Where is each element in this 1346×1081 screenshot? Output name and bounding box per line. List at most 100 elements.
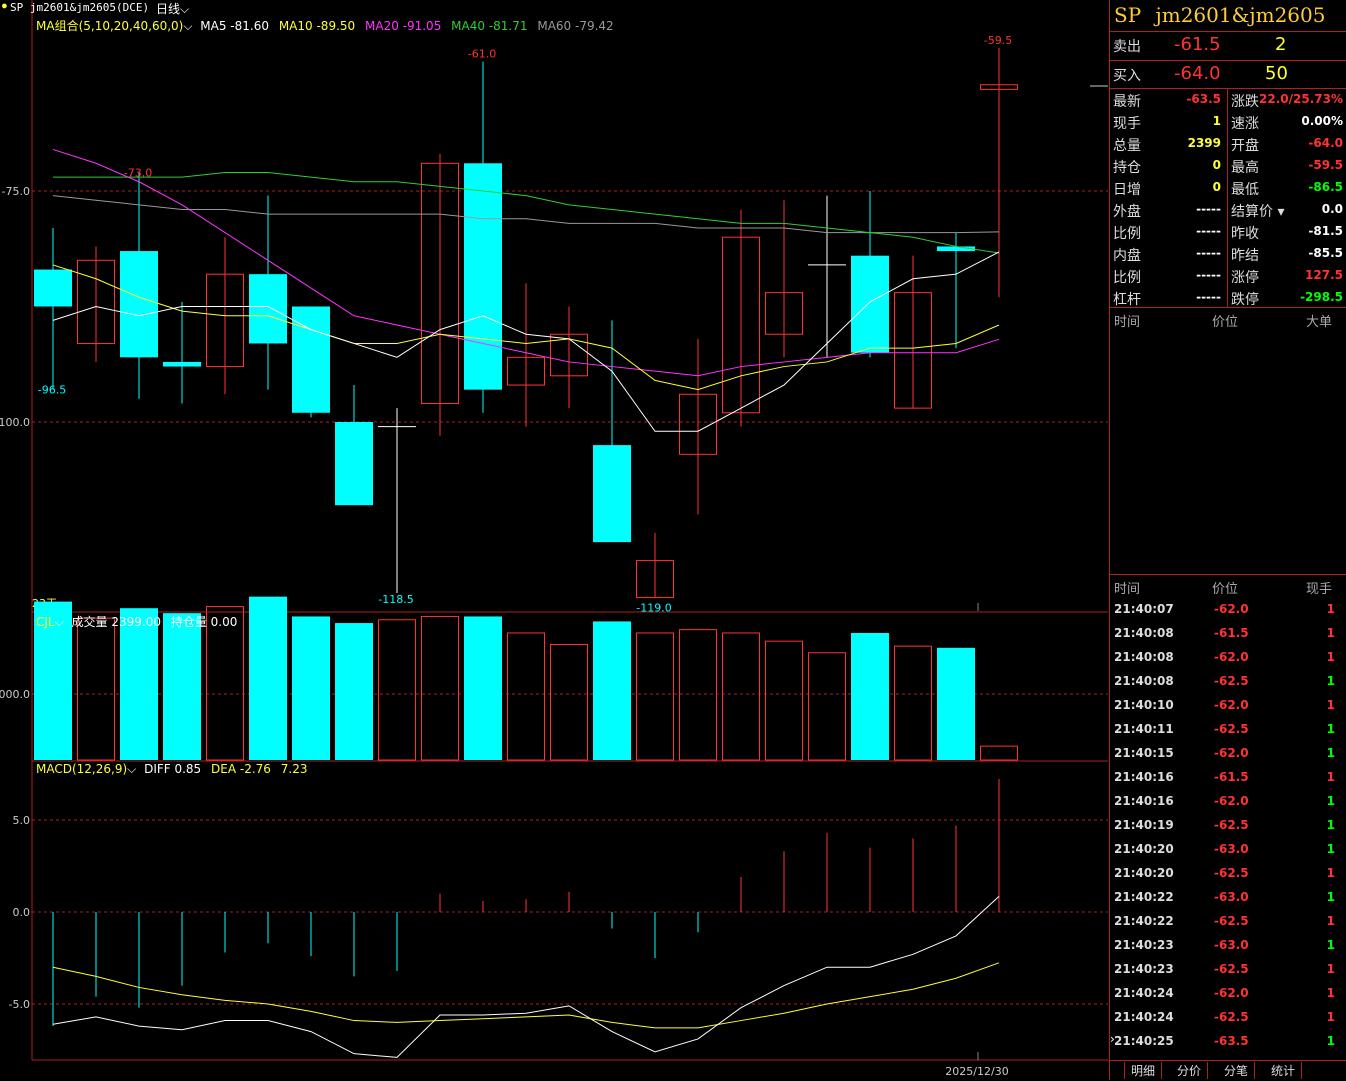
vol-selector[interactable]: CJL⌵ — [36, 615, 64, 629]
stat-value: ----- — [1196, 246, 1221, 260]
dea-value: DEA -2.76 — [211, 762, 271, 776]
tick-price: -63.0 — [1214, 842, 1249, 856]
volume-bar — [636, 632, 674, 761]
quote-panel: SP jm2601&jm2605 卖出 -61.5 2 买入 -64.0 50 … — [1109, 0, 1346, 1080]
quote-stat-row: 杠杆 ----- 跌停 -298.5 — [1110, 287, 1346, 309]
tick-row: 21:40:16 -62.0 1 — [1110, 790, 1346, 814]
oi-value: 持仓量 0.00 — [170, 615, 238, 629]
sell-row[interactable]: 卖出 -61.5 2 — [1110, 33, 1346, 58]
stat-value: -85.5 — [1308, 246, 1343, 260]
volume-bar — [77, 617, 115, 761]
tick-price: -62.5 — [1214, 914, 1249, 928]
tick-time: 21:40:24 — [1114, 1010, 1174, 1024]
tick-time: 21:40:23 — [1114, 938, 1174, 952]
stat-value: 1 — [1212, 114, 1221, 128]
stat-label: 最低 — [1231, 182, 1259, 198]
tick-qty: 1 — [1326, 986, 1335, 1000]
candle-body — [34, 269, 72, 307]
quote-stat-row: 持仓 0 最高 -59.5 — [1110, 155, 1346, 177]
candle-body — [464, 163, 502, 390]
tick-price: -62.5 — [1214, 866, 1249, 880]
tick-qty: 1 — [1326, 794, 1335, 808]
dea-line — [52, 962, 1000, 1029]
tick-price: -62.0 — [1214, 650, 1249, 664]
tick-time: 21:40:11 — [1114, 722, 1174, 736]
tick-price: -62.0 — [1214, 602, 1249, 616]
buy-qty: 50 — [1265, 63, 1288, 84]
tick-qty: 1 — [1326, 938, 1335, 952]
candle-body — [163, 361, 201, 367]
tick-qty: 1 — [1326, 914, 1335, 928]
tick-row: 21:40:16 -61.5 1 — [1110, 766, 1346, 790]
stat-value: 0.00% — [1301, 114, 1343, 128]
macd-tick-label: 0.0 — [13, 906, 31, 919]
stat-value: 0 — [1212, 180, 1221, 194]
status-dot: ● — [2, 1, 7, 10]
tick-qty: 1 — [1326, 650, 1335, 664]
tick-time: 21:40:22 — [1114, 890, 1174, 904]
tick-qty: 1 — [1326, 842, 1335, 856]
stat-label: 涨跌 — [1231, 94, 1259, 110]
tab-price[interactable]: 分价 — [1171, 1062, 1209, 1079]
buy-row[interactable]: 买入 -64.0 50 — [1110, 62, 1346, 87]
ma-combo-selector[interactable]: MA组合(5,10,20,40,60,0)⌵ — [36, 19, 192, 33]
tick-qty: 1 — [1326, 722, 1335, 736]
buy-label: 买入 — [1113, 68, 1141, 84]
volume-bar — [120, 608, 158, 760]
stat-label: 杠杆 — [1113, 292, 1141, 308]
volume-bar — [335, 623, 373, 760]
macd-label: MACD(12,26,9) — [36, 762, 128, 776]
volume-tick-label: 000.0 — [0, 688, 30, 701]
stat-value: 22.0/25.73% — [1259, 92, 1343, 106]
tick-qty: 1 — [1326, 746, 1335, 760]
symbol-label[interactable]: SP jm2601&jm2605(DCE) — [10, 1, 149, 14]
tick-qty: 1 — [1326, 866, 1335, 880]
tick-row: 21:40:23 -62.5 1 — [1110, 958, 1346, 982]
tick-row: 21:40:23 -63.0 1 — [1110, 934, 1346, 958]
big-header-big: 大单 — [1306, 315, 1333, 330]
quote-stat-row: 现手 1 速涨 0.00% — [1110, 111, 1346, 133]
diff-value: DIFF 0.85 — [144, 762, 202, 776]
candle-body — [249, 274, 287, 344]
tick-qty: 1 — [1326, 698, 1335, 712]
stat-value: ----- — [1196, 268, 1221, 282]
tab-stats[interactable]: 统计 — [1265, 1062, 1303, 1079]
period-label: 日线 — [156, 2, 181, 16]
bottom-tabs: 明细 分价 分笔 统计 — [1110, 1060, 1346, 1081]
stat-label[interactable]: 结算价 ▾ — [1231, 201, 1284, 221]
volume-bar — [894, 645, 932, 761]
volume-bar — [550, 644, 588, 761]
chevron-down-icon: ⌵ — [183, 19, 193, 33]
tick-price: -62.5 — [1214, 962, 1249, 976]
tick-row: 21:40:07 -62.0 1 — [1110, 598, 1346, 622]
tab-detail[interactable]: 明细 — [1124, 1062, 1163, 1079]
tick-time: 21:40:20 — [1114, 866, 1174, 880]
tick-header-time: 时间 — [1114, 582, 1141, 597]
tick-time: 21:40:08 — [1114, 674, 1174, 688]
stat-value: ----- — [1196, 202, 1221, 216]
stat-value: -64.0 — [1308, 136, 1343, 150]
volume-bar — [722, 632, 760, 761]
sell-label: 卖出 — [1113, 39, 1141, 55]
tick-qty: 1 — [1326, 1010, 1335, 1024]
tab-trade[interactable]: 分笔 — [1218, 1062, 1256, 1079]
volume-bar — [163, 613, 201, 760]
tick-row: 21:40:22 -62.5 1 — [1110, 910, 1346, 934]
quote-title: SP jm2601&jm2605 — [1114, 3, 1325, 27]
tick-row: 21:40:24 -62.0 1 — [1110, 982, 1346, 1006]
vol-label: CJL — [36, 615, 55, 629]
tick-time: 21:40:07 — [1114, 602, 1174, 616]
stat-label: 外盘 — [1113, 204, 1141, 220]
volume-bar — [679, 629, 717, 761]
tick-row: 21:40:24 -62.5 1 — [1110, 1006, 1346, 1030]
volume-bar — [593, 621, 631, 760]
ma60-line — [52, 195, 1000, 234]
quote-stat-row: 最新 -63.5 涨跌 22.0/25.73% — [1110, 89, 1346, 111]
tick-scroll-marker[interactable]: › — [1110, 1032, 1115, 1046]
tick-price: -62.5 — [1214, 722, 1249, 736]
tick-price: -63.0 — [1214, 938, 1249, 952]
period-selector[interactable]: 日线⌵ — [156, 0, 189, 17]
macd-selector[interactable]: MACD(12,26,9)⌵ — [36, 762, 136, 776]
stat-label: 最高 — [1231, 160, 1259, 176]
tick-qty: 1 — [1326, 890, 1335, 904]
